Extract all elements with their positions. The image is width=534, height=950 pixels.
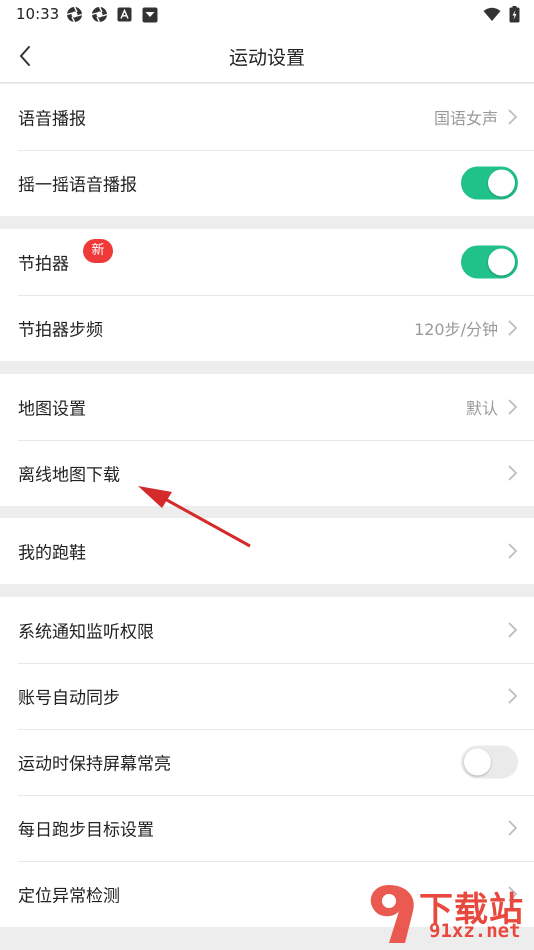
- setting-label: 语音播报: [18, 109, 86, 130]
- chevron-right-icon: [508, 320, 518, 336]
- chevron-right-icon: [508, 465, 518, 481]
- aperture-icon: [66, 6, 83, 23]
- wifi-icon: [483, 7, 501, 26]
- setting-label: 账号自动同步: [18, 688, 120, 709]
- setting-label: 每日跑步目标设置: [18, 820, 154, 841]
- setting-row-account-sync[interactable]: 账号自动同步: [0, 663, 534, 729]
- setting-label: 我的跑鞋: [18, 543, 86, 564]
- setting-row-shake-voice: 摇一摇语音播报: [0, 150, 534, 216]
- setting-row-keep-screen-on: 运动时保持屏幕常亮: [0, 729, 534, 795]
- notification-icons: [66, 6, 158, 23]
- setting-row-voice-broadcast[interactable]: 语音播报 国语女声: [0, 84, 534, 150]
- settings-group-voice: 语音播报 国语女声 摇一摇语音播报: [0, 84, 534, 216]
- settings-group-metronome: 节拍器 新 节拍器步频 120步/分钟: [0, 229, 534, 361]
- setting-value: 国语女声: [433, 109, 498, 128]
- settings-group-map: 地图设置 默认 离线地图下载: [0, 374, 534, 506]
- site-watermark: 下载站 91xz.net: [359, 880, 534, 950]
- setting-label: 节拍器步频: [18, 320, 103, 341]
- chevron-right-icon: [508, 820, 518, 836]
- status-time: 10:33: [16, 5, 60, 23]
- toggle-knob: [464, 748, 491, 776]
- status-bar: 10:33: [0, 0, 534, 30]
- setting-label: 节拍器: [18, 254, 69, 275]
- setting-label: 定位异常检测: [18, 886, 120, 907]
- setting-value: 120步/分钟: [414, 320, 498, 339]
- battery-charging-icon: [509, 6, 520, 27]
- setting-row-my-shoes[interactable]: 我的跑鞋: [0, 518, 534, 584]
- setting-label: 离线地图下载: [18, 465, 120, 486]
- keep-screen-on-toggle[interactable]: [461, 745, 518, 779]
- a-box-icon: [116, 6, 133, 23]
- setting-row-map-settings[interactable]: 地图设置 默认: [0, 374, 534, 440]
- setting-label: 系统通知监听权限: [18, 622, 154, 643]
- setting-label: 地图设置: [18, 399, 86, 420]
- dropdown-box-icon: [141, 6, 158, 23]
- toggle-knob: [488, 248, 515, 276]
- shake-voice-toggle[interactable]: [461, 166, 518, 200]
- metronome-toggle[interactable]: [461, 245, 518, 279]
- setting-row-offline-map[interactable]: 离线地图下载: [0, 440, 534, 506]
- new-badge: 新: [83, 239, 113, 263]
- setting-row-daily-goal[interactable]: 每日跑步目标设置: [0, 795, 534, 861]
- chevron-right-icon: [508, 688, 518, 704]
- chevron-right-icon: [508, 543, 518, 559]
- page-title: 运动设置: [228, 47, 305, 69]
- setting-label: 摇一摇语音播报: [18, 175, 137, 196]
- watermark-site: 91xz.net: [429, 920, 521, 942]
- watermark-logo-icon: [370, 885, 414, 943]
- setting-row-metronome-cadence[interactable]: 节拍器步频 120步/分钟: [0, 295, 534, 361]
- app-header: 运动设置: [0, 30, 534, 83]
- settings-group-system: 系统通知监听权限 账号自动同步 运动时保持屏幕常亮 每日跑步目标设置 定位异常检…: [0, 597, 534, 927]
- setting-value: 默认: [465, 399, 498, 418]
- chevron-right-icon: [508, 622, 518, 638]
- settings-group-shoes: 我的跑鞋: [0, 518, 534, 584]
- setting-label: 运动时保持屏幕常亮: [18, 754, 171, 775]
- chevron-right-icon: [508, 399, 518, 415]
- setting-row-metronome: 节拍器 新: [0, 229, 534, 295]
- aperture-icon: [91, 6, 108, 23]
- toggle-knob: [488, 169, 515, 197]
- setting-row-notification-permission[interactable]: 系统通知监听权限: [0, 597, 534, 663]
- system-icons: [483, 6, 520, 27]
- chevron-right-icon: [508, 109, 518, 125]
